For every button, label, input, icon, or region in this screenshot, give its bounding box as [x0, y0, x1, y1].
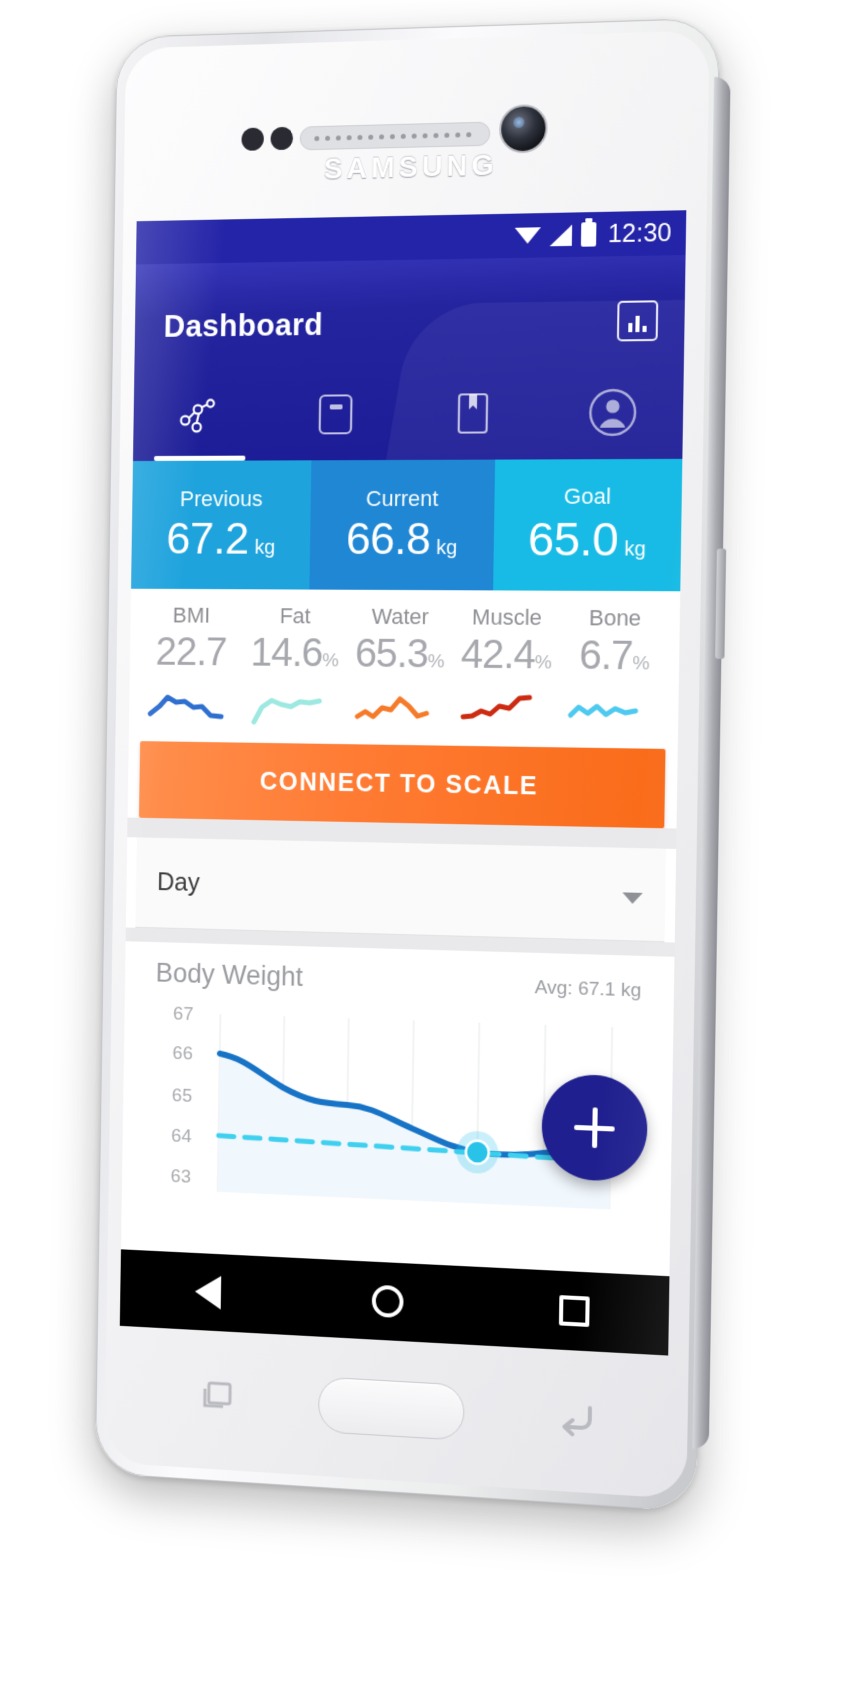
- metric-label: BMI: [172, 602, 211, 628]
- metric-fat[interactable]: Fat 14.6 %: [241, 603, 347, 730]
- chart-y-axis: 67 66 65 64 63: [147, 1002, 194, 1191]
- metric-unit: %: [534, 652, 552, 674]
- weight-card-label: Previous: [179, 485, 263, 511]
- metric-unit: %: [427, 651, 445, 673]
- weight-card-unit: kg: [624, 538, 646, 561]
- metric-value: 22.7: [155, 630, 227, 675]
- status-clock: 12:30: [607, 218, 672, 248]
- metric-label: Bone: [588, 605, 642, 631]
- tab-active-indicator: [154, 455, 246, 461]
- weight-card-label: Goal: [563, 483, 612, 509]
- hardware-home-button[interactable]: [317, 1376, 465, 1441]
- weight-card-label: Current: [365, 485, 439, 511]
- metric-label: Muscle: [471, 604, 543, 631]
- wifi-icon: [515, 225, 541, 246]
- bookmark-icon: [453, 390, 492, 436]
- home-circle-icon[interactable]: [372, 1284, 405, 1319]
- metric-value: 14.6: [250, 630, 323, 676]
- weight-card-unit: kg: [254, 536, 276, 559]
- back-softkey-icon[interactable]: [555, 1398, 598, 1441]
- y-tick: 66: [172, 1043, 193, 1065]
- sparkline-fat: [249, 681, 339, 730]
- sidebar-item-profile[interactable]: [541, 365, 684, 459]
- sidebar-item-scale[interactable]: [267, 368, 404, 461]
- metric-value: 65.3: [354, 631, 429, 677]
- weight-card-goal[interactable]: Goal 65.0 kg: [492, 458, 683, 592]
- brand-logo: SAMSUNG: [323, 149, 499, 186]
- sparkline-water: [353, 682, 445, 731]
- y-tick: 64: [171, 1125, 192, 1148]
- weight-summary-strip: Previous 67.2 kg Current 66.8 kg Goal 65…: [131, 458, 683, 592]
- y-tick: 67: [172, 1003, 194, 1026]
- bar-chart-icon[interactable]: [616, 300, 659, 342]
- period-select-value: Day: [156, 868, 200, 897]
- sensor-dots-icon: [241, 127, 264, 151]
- weight-card-unit: kg: [436, 536, 458, 559]
- body-metrics-row: BMI 22.7 Fat 14.6 % Water 65.3 % Muscle …: [129, 589, 680, 735]
- scale-device-icon: [315, 391, 355, 437]
- top-bezel: SAMSUNG: [124, 30, 710, 196]
- battery-icon: [581, 222, 597, 247]
- chart-header: Body Weight Avg: 67.1 kg: [134, 957, 664, 1004]
- metric-bone[interactable]: Bone 6.7 %: [559, 605, 670, 735]
- tab-bar: [133, 365, 684, 461]
- phone-screen: 12:30 Dashboard Previous 67.2 kg Current…: [119, 210, 687, 1356]
- y-tick: 63: [170, 1166, 192, 1188]
- power-button[interactable]: [715, 548, 727, 659]
- weight-card-current[interactable]: Current 66.8 kg: [309, 459, 495, 591]
- phone-device: SAMSUNG 12:30 Dashboard Previous 67.2 kg…: [94, 17, 731, 1513]
- phone-front-panel: SAMSUNG 12:30 Dashboard Previous 67.2 kg…: [104, 30, 710, 1500]
- metric-value: 6.7: [578, 633, 633, 679]
- metric-water[interactable]: Water 65.3 %: [346, 604, 454, 732]
- metric-label: Water: [371, 603, 430, 630]
- recents-square-icon[interactable]: [559, 1295, 590, 1327]
- android-nav-bar: [119, 1249, 670, 1356]
- period-select[interactable]: Day: [135, 837, 666, 943]
- page-title: Dashboard: [163, 307, 324, 344]
- back-triangle-icon[interactable]: [194, 1274, 222, 1310]
- weight-card-previous[interactable]: Previous 67.2 kg: [131, 460, 312, 590]
- weight-card-value: 66.8: [345, 512, 431, 564]
- metric-value: 42.4: [460, 632, 536, 678]
- connect-to-scale-button[interactable]: CONNECT TO SCALE: [138, 741, 666, 829]
- weight-card-value: 67.2: [166, 512, 250, 564]
- weight-card-value: 65.0: [527, 511, 619, 566]
- metric-label: Fat: [279, 603, 311, 629]
- chart-highlight-point: [466, 1140, 489, 1164]
- scatter-graph-icon: [178, 396, 223, 434]
- chart-average-label: Avg: 67.1 kg: [534, 977, 642, 1002]
- chart-title: Body Weight: [155, 957, 304, 992]
- signal-icon: [550, 224, 573, 246]
- metric-unit: %: [632, 652, 650, 675]
- body-weight-chart-card: Body Weight Avg: 67.1 kg 67 66 65 64 63: [131, 941, 665, 1212]
- y-tick: 65: [171, 1085, 193, 1107]
- sparkline-bmi: [146, 680, 235, 728]
- chevron-down-icon: [622, 892, 643, 905]
- earpiece-speaker: [299, 121, 491, 151]
- app-bar: Dashboard: [132, 255, 686, 462]
- sidebar-item-trends[interactable]: [133, 369, 268, 461]
- metric-muscle[interactable]: Muscle 42.4 %: [452, 604, 561, 733]
- sidebar-item-notes[interactable]: [403, 367, 543, 460]
- recents-softkey-icon[interactable]: [201, 1380, 234, 1414]
- person-avatar-icon: [586, 387, 638, 438]
- sparkline-bone: [567, 685, 661, 735]
- chart-plot-area: 67 66 65 64 63: [131, 1001, 663, 1211]
- metric-bmi[interactable]: BMI 22.7: [138, 603, 243, 729]
- front-camera-icon: [498, 103, 548, 154]
- sparkline-muscle: [459, 684, 552, 733]
- metric-unit: %: [322, 650, 339, 672]
- screenshot-root: SAMSUNG 12:30 Dashboard Previous 67.2 kg…: [0, 0, 860, 1705]
